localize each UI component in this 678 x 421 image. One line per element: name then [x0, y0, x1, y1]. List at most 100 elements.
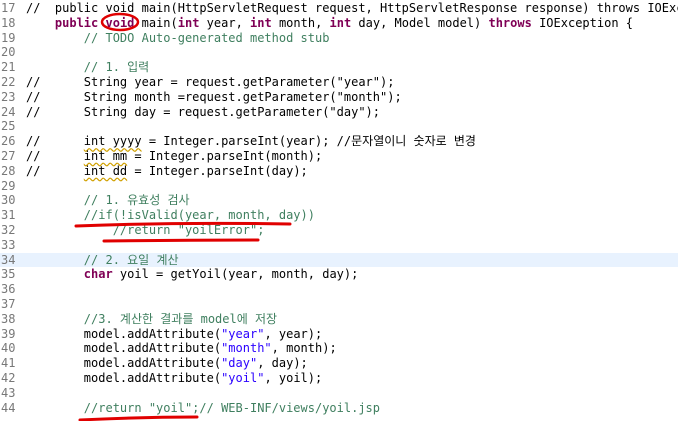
code-token: int mm	[83, 149, 128, 163]
code-token: // String day = request.getParameter("da…	[26, 104, 381, 119]
line-number: 40	[1, 341, 16, 356]
code-token: main(	[134, 15, 178, 30]
line-number: 44	[1, 400, 16, 415]
code-line[interactable]: 36	[0, 282, 678, 297]
code-line[interactable]: 24 // String day = request.getParameter("…	[0, 105, 678, 120]
code-text: // 1. 유효성 검사	[26, 193, 190, 208]
code-token: model.addAttribute(	[26, 341, 222, 356]
line-number: 29	[1, 178, 16, 193]
code-token: = Integer.parseInt(year); //문자열이니 숫자로 변경	[141, 134, 476, 149]
code-text: // int yyyy = Integer.parseInt(year); //…	[26, 134, 476, 149]
line-number: 17	[1, 1, 16, 15]
code-token: , year);	[264, 326, 323, 341]
code-line[interactable]: 37	[0, 297, 678, 312]
code-editor[interactable]: 17 // public void main(HttpServletRequest…	[0, 0, 678, 421]
code-token: IOException {	[531, 15, 633, 30]
line-number: 34	[1, 252, 16, 267]
code-token: // String month =request.getParameter("m…	[26, 89, 402, 104]
code-line[interactable]: 39 model.addAttribute("year", year);	[0, 327, 678, 342]
line-number: 23	[1, 89, 16, 104]
code-line[interactable]: 22 // String year = request.getParameter(…	[0, 75, 678, 90]
code-token: public	[54, 15, 99, 30]
code-token: , yoil);	[264, 371, 323, 385]
code-text: // 2. 요일 계산	[26, 253, 179, 268]
code-line[interactable]: 23 // String month =request.getParameter(…	[0, 90, 678, 105]
line-number: 26	[1, 134, 16, 149]
code-line[interactable]: 40 model.addAttribute("month", month);	[0, 341, 678, 356]
code-token: "month"	[221, 341, 272, 356]
code-token: //	[26, 163, 84, 178]
code-line[interactable]: 21 // 1. 입력	[0, 60, 678, 75]
code-line[interactable]: 31 //if(!isValid(year, month, day))	[0, 208, 678, 223]
line-number: 20	[1, 45, 16, 60]
code-token: // public void main(HttpServletRequest r…	[26, 1, 678, 15]
code-token: //return "yoil";// WEB-INF/views/yoil.js…	[26, 400, 381, 415]
code-token: , month);	[271, 341, 337, 356]
line-number: 19	[1, 30, 16, 45]
code-token: month,	[271, 15, 330, 30]
code-token: //	[26, 134, 84, 149]
code-line[interactable]: 28 // int dd = Integer.parseInt(day);	[0, 164, 678, 179]
line-number: 35	[1, 267, 16, 282]
code-line[interactable]: 42 model.addAttribute("yoil", yoil);	[0, 371, 678, 386]
code-token: "year"	[221, 326, 265, 341]
code-token: int dd	[83, 163, 128, 178]
code-token: int	[177, 15, 200, 30]
code-line[interactable]: 38 //3. 계산한 결과를 model에 저장	[0, 312, 678, 327]
line-number: 30	[1, 193, 16, 208]
code-token: , day);	[257, 356, 308, 371]
code-token: day, Model model)	[351, 15, 489, 30]
code-line[interactable]: 18 public void main(int year, int month,…	[0, 16, 678, 31]
code-line[interactable]: 17 // public void main(HttpServletRequest…	[0, 1, 678, 16]
code-token: int	[329, 15, 352, 30]
code-line[interactable]: 33	[0, 238, 678, 253]
code-line[interactable]: 26 // int yyyy = Integer.parseInt(year); …	[0, 134, 678, 149]
code-line[interactable]: 27 // int mm = Integer.parseInt(month);	[0, 149, 678, 164]
code-token: // 1. 유효성 검사	[26, 193, 190, 208]
code-line[interactable]: 43	[0, 386, 678, 401]
code-text: model.addAttribute("yoil", yoil);	[26, 371, 322, 386]
code-text: public void main(int year, int month, in…	[26, 16, 633, 31]
code-line[interactable]: 34 // 2. 요일 계산	[0, 252, 678, 268]
code-text: // int dd = Integer.parseInt(day);	[26, 164, 308, 179]
code-text: //return "yoil";// WEB-INF/views/yoil.js…	[26, 401, 380, 416]
line-number: 32	[1, 223, 16, 237]
line-number: 38	[1, 311, 16, 326]
code-token: // 2. 요일 계산	[26, 252, 179, 267]
line-number: 39	[1, 326, 16, 341]
line-number: 33	[1, 237, 16, 252]
code-token: model.addAttribute(	[26, 356, 222, 371]
code-token: void	[105, 15, 135, 30]
code-token: // 1. 입력	[26, 60, 150, 75]
line-number: 22	[1, 75, 16, 89]
line-number: 28	[1, 163, 16, 178]
code-line[interactable]: 32 //return "yoilError";	[0, 223, 678, 238]
line-number: 42	[1, 371, 16, 385]
code-token: //if(!isValid(year, month, day))	[26, 208, 315, 223]
code-line[interactable]: 25	[0, 119, 678, 134]
code-line[interactable]: 29	[0, 179, 678, 194]
code-text: model.addAttribute("day", day);	[26, 356, 308, 371]
code-token: yoil = getYoil(year, month, day);	[112, 267, 359, 282]
code-token: = Integer.parseInt(month);	[127, 149, 323, 163]
code-line[interactable]: 20	[0, 45, 678, 60]
code-token: model.addAttribute(	[26, 326, 222, 341]
code-line[interactable]: 44 //return "yoil";// WEB-INF/views/yoil…	[0, 401, 678, 416]
code-text: //if(!isValid(year, month, day))	[26, 208, 315, 223]
code-token: int	[250, 15, 272, 30]
code-text: // public void main(HttpServletRequest r…	[26, 1, 678, 16]
code-line[interactable]: 19 // TODO Auto-generated method stub	[0, 31, 678, 46]
code-token: throws	[488, 15, 532, 30]
code-line[interactable]: 35 char yoil = getYoil(year, month, day)…	[0, 267, 678, 282]
code-token: // String year = request.getParameter("y…	[26, 75, 395, 89]
code-line[interactable]: 30 // 1. 유효성 검사	[0, 193, 678, 208]
code-token: "yoil"	[221, 371, 265, 385]
code-text: // String month =request.getParameter("m…	[26, 90, 402, 105]
line-number: 43	[1, 385, 16, 400]
code-token: = Integer.parseInt(day);	[127, 163, 308, 178]
code-line[interactable]: 41 model.addAttribute("day", day);	[0, 356, 678, 371]
code-text: char yoil = getYoil(year, month, day);	[26, 267, 359, 282]
code-token: //return "yoilError";	[26, 223, 265, 237]
